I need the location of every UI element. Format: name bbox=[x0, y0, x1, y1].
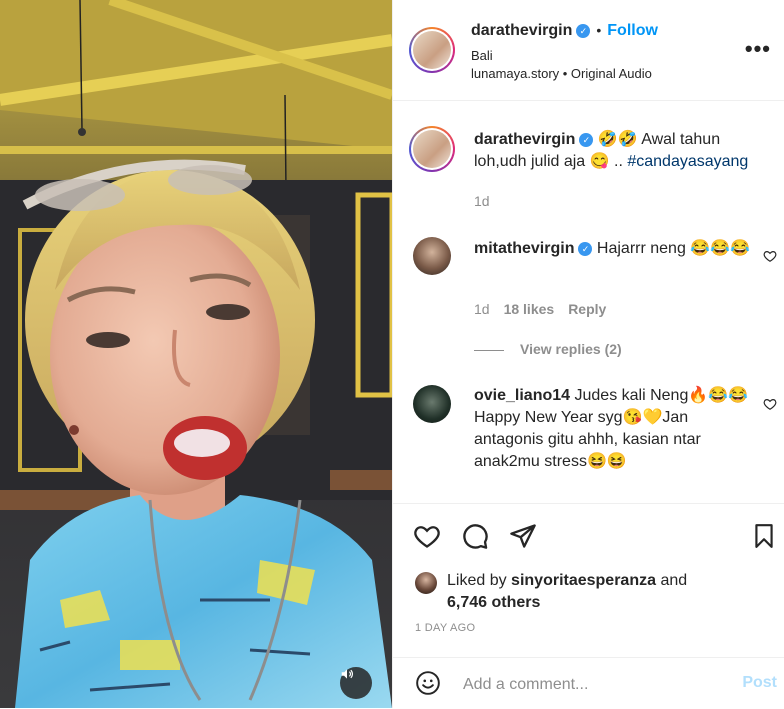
speaker-icon bbox=[341, 669, 353, 679]
comment-like-heart-icon[interactable] bbox=[763, 249, 777, 263]
caption-meta: 1d bbox=[474, 193, 490, 209]
comment-username[interactable]: ovie_liano14 bbox=[474, 387, 570, 404]
comment-body: Hajarrr neng 😂😂😂 bbox=[592, 240, 751, 257]
comment-meta: 1d 18 likes Reply bbox=[474, 301, 606, 317]
caption-text: darathevirgin ✓ 🤣🤣 Awal tahun loh,udh jul… bbox=[474, 129, 754, 173]
verified-badge-icon: ✓ bbox=[578, 241, 593, 256]
comments-list: darathevirgin ✓ 🤣🤣 Awal tahun loh,udh jul… bbox=[393, 101, 784, 503]
comment-username[interactable]: mitathevirgin bbox=[474, 240, 574, 257]
liked-by-user[interactable]: sinyoritaesperanza bbox=[511, 572, 656, 589]
liked-by-middle: and bbox=[656, 572, 688, 589]
emoji-smiley-icon[interactable] bbox=[415, 670, 441, 696]
verified-badge-icon: ✓ bbox=[579, 132, 594, 147]
comment-avatar[interactable] bbox=[413, 237, 451, 275]
author-username[interactable]: darathevirgin bbox=[471, 22, 572, 39]
comment-text: mitathevirgin ✓ Hajarrr neng 😂😂😂 bbox=[474, 238, 754, 260]
comment-text: ovie_liano14 Judes kali Neng🔥😂😂 Happy Ne… bbox=[474, 385, 754, 473]
author-line: darathevirgin ✓ • Follow bbox=[471, 22, 658, 40]
post-header: darathevirgin ✓ • Follow Bali lunamaya.stor… bbox=[393, 0, 784, 101]
share-paper-plane-icon[interactable] bbox=[509, 522, 537, 550]
replies-divider bbox=[474, 349, 504, 351]
reply-button[interactable]: Reply bbox=[568, 301, 606, 317]
view-replies-button[interactable]: View replies (2) bbox=[474, 341, 622, 357]
add-comment-bar: Post bbox=[393, 657, 784, 709]
more-options-icon[interactable]: ••• bbox=[745, 36, 771, 62]
follow-button[interactable]: Follow bbox=[607, 22, 658, 39]
instagram-post-modal: darathevirgin ✓ • Follow Bali lunamaya.stor… bbox=[0, 0, 784, 708]
comment-input[interactable] bbox=[461, 670, 725, 700]
liked-by-others[interactable]: 6,746 others bbox=[447, 594, 540, 611]
comment-avatar[interactable] bbox=[413, 385, 451, 423]
comment-time[interactable]: 1d bbox=[474, 301, 490, 317]
caption-avatar[interactable] bbox=[409, 126, 455, 172]
separator-dot: • bbox=[596, 22, 602, 38]
post-location[interactable]: Bali bbox=[471, 48, 493, 63]
comment-likes[interactable]: 18 likes bbox=[504, 301, 555, 317]
comment-like-heart-icon[interactable] bbox=[763, 397, 777, 411]
comment-bubble-icon[interactable] bbox=[461, 522, 489, 550]
save-bookmark-icon[interactable] bbox=[751, 522, 777, 550]
liked-by-prefix: Liked by bbox=[447, 572, 512, 589]
caption-hashtag[interactable]: #candayasayang bbox=[627, 153, 748, 170]
verified-badge-icon: ✓ bbox=[576, 23, 591, 38]
caption-time[interactable]: 1d bbox=[474, 193, 490, 209]
post-comment-button[interactable]: Post bbox=[742, 674, 777, 692]
post-time-ago[interactable]: 1 DAY AGO bbox=[415, 622, 475, 634]
post-audio[interactable]: lunamaya.story • Original Audio bbox=[471, 66, 652, 81]
post-actions-section: Liked by sinyoritaesperanza and 6,746 ot… bbox=[393, 503, 784, 708]
view-replies-label: View replies (2) bbox=[520, 341, 622, 357]
video-frame bbox=[0, 0, 392, 708]
caption-username[interactable]: darathevirgin bbox=[474, 131, 575, 148]
liked-by-avatar[interactable] bbox=[415, 572, 437, 594]
post-video[interactable] bbox=[0, 0, 392, 708]
post-side-panel: darathevirgin ✓ • Follow Bali lunamaya.stor… bbox=[392, 0, 784, 708]
author-avatar[interactable] bbox=[409, 27, 455, 73]
like-heart-icon[interactable] bbox=[413, 522, 441, 550]
liked-by-text: Liked by sinyoritaesperanza and 6,746 ot… bbox=[447, 570, 687, 614]
sound-toggle-button[interactable] bbox=[340, 667, 372, 699]
